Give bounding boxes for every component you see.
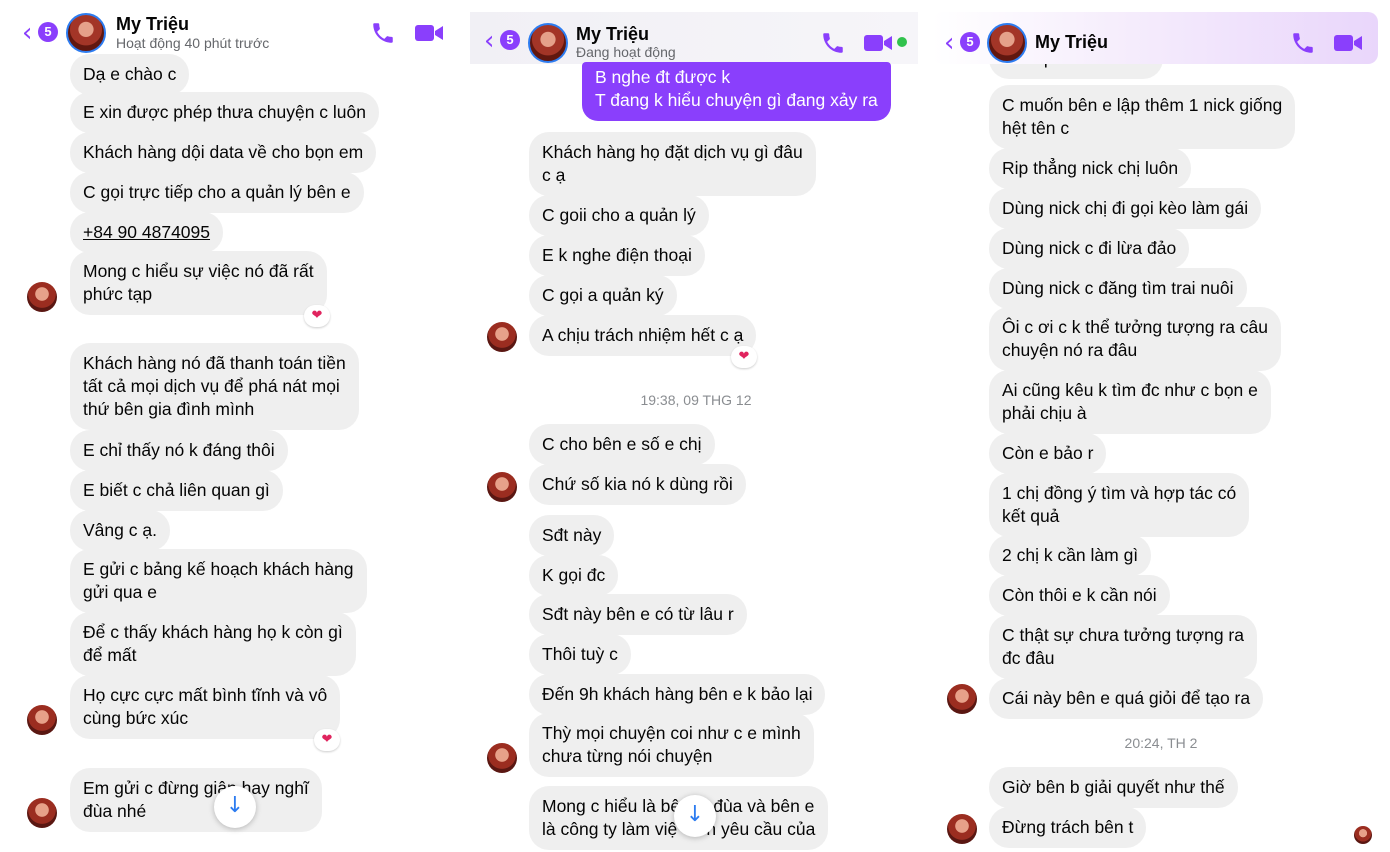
message-bubble[interactable]: A chịu trách nhiệm hết c ạ [529,315,757,356]
message-bubble[interactable]: Đừng trách bên t [989,807,1147,848]
sender-avatar[interactable] [947,814,977,844]
back-button[interactable]: ‹ 5 [22,20,62,46]
sent-message-bubble[interactable]: B nghe đt được k T đang k hiểu chuyện gì… [582,62,891,121]
sender-avatar[interactable] [487,322,517,352]
chevron-left-icon: ‹ [484,26,495,56]
chat-header: ‹ 5 My Triệu Hoạt động 40 phút trước [0,0,460,64]
message-bubble[interactable]: K gọi đc [529,555,619,596]
video-call-icon[interactable] [1333,32,1363,54]
sender-avatar[interactable] [487,743,517,773]
scroll-down-button[interactable]: ↓ [674,795,716,837]
message-bubble[interactable]: Sđt này [529,515,615,556]
message-bubble[interactable]: Dạ e chào c [70,54,190,95]
message-bubble[interactable]: Thỳ mọi chuyện coi như c e mình chưa từn… [529,713,814,777]
heart-reaction-icon[interactable]: ❤ [731,346,757,368]
message-bubble[interactable]: Chứ số kia nó k dùng rồi [529,464,746,505]
heart-reaction-icon[interactable]: ❤ [304,305,330,327]
sender-avatar[interactable] [487,472,517,502]
chevron-left-icon: ‹ [22,18,33,48]
online-indicator [897,37,907,47]
message-bubble[interactable]: Em gửi c đừng giận hay nghĩ đùa nhé [70,768,322,832]
message-bubble[interactable]: Còn e bảo r [989,433,1107,474]
phone-number-message[interactable]: +84 90 4874095 [70,212,224,253]
back-button[interactable]: ‹ 5 [944,30,984,56]
video-call-icon[interactable] [863,32,893,54]
contact-avatar[interactable] [528,23,568,63]
message-bubble[interactable]: E gửi c bảng kế hoạch khách hàng gửi qua… [70,549,367,613]
unread-badge: 5 [500,30,520,50]
phone-call-icon[interactable] [370,20,396,46]
contact-name[interactable]: My Triệu [116,14,189,35]
message-bubble[interactable]: E biết c chả liên quan gì [70,470,283,511]
message-bubble[interactable]: 1 chị đồng ý tìm và hợp tác có kết quả [989,473,1250,537]
message-bubble[interactable]: E chỉ thấy nó k đáng thôi [70,430,288,471]
arrow-down-icon: ↓ [225,793,245,818]
message-bubble[interactable]: Thôi tuỳ c [529,634,631,675]
scroll-down-button[interactable]: ↓ [214,786,256,828]
message-bubble[interactable]: 2 chị k cần làm gì [989,535,1152,576]
phone-number-link[interactable]: +84 90 4874095 [83,222,210,242]
sender-avatar[interactable] [27,705,57,735]
message-bubble[interactable]: C thật sự chưa tưởng tượng ra đc đâu [989,615,1257,679]
heart-reaction-icon[interactable]: ❤ [314,729,340,751]
message-bubble[interactable]: Sđt này bên e có từ lâu r [529,594,747,635]
message-bubble[interactable]: E k nghe điện thoại [529,235,705,276]
timestamp: 20:24, TH 2 [1124,735,1198,751]
arrow-down-icon: ↓ [685,802,705,827]
seen-receipt-avatar [1354,826,1372,844]
message-bubble[interactable]: Còn thôi e k cần nói [989,575,1170,616]
contact-status: Đang hoạt động [576,44,676,60]
chat-panel-3: Ôi c quá trẻ còn ào ‹ 5 My Triệu C muốn … [932,0,1390,852]
message-bubble[interactable]: Khách hàng họ đặt dịch vụ gì đâu c ạ [529,132,816,196]
message-bubble[interactable]: Giờ bên b giải quyết như thế [989,767,1238,808]
message-bubble[interactable]: C cho bên e số e chị [529,424,715,465]
back-button[interactable]: ‹ 5 [484,28,524,54]
message-bubble[interactable]: Để c thấy khách hàng họ k còn gì để mất [70,612,356,676]
phone-call-icon[interactable] [820,30,846,56]
sender-avatar[interactable] [27,798,57,828]
message-bubble[interactable]: Mong c hiểu sự việc nó đã rất phức tạp [70,251,327,315]
message-bubble[interactable]: Dùng nick chị đi gọi kèo làm gái [989,188,1262,229]
message-bubble[interactable]: Dùng nick c đăng tìm trai nuôi [989,268,1247,309]
message-bubble[interactable]: Cái này bên e quá giỏi để tạo ra [989,678,1264,719]
message-bubble[interactable]: Khách hàng dội data về cho bọn em [70,132,377,173]
message-bubble[interactable]: C gọi a quản ký [529,275,677,316]
message-bubble[interactable]: Khách hàng nó đã thanh toán tiền tất cả … [70,343,359,430]
message-bubble[interactable]: E xin được phép thưa chuyện c luôn [70,92,379,133]
chat-panel-1: ‹ 5 My Triệu Hoạt động 40 phút trước Dạ … [0,0,460,852]
unread-badge: 5 [38,22,58,42]
chevron-left-icon: ‹ [944,28,955,58]
contact-avatar[interactable] [66,13,106,53]
contact-status: Hoạt động 40 phút trước [116,35,270,51]
message-bubble[interactable]: Họ cực cực mất bình tĩnh và vô cùng bức … [70,675,341,739]
message-bubble[interactable]: C goii cho a quản lý [529,195,709,236]
message-bubble[interactable]: Dùng nick c đi lừa đảo [989,228,1190,269]
sender-avatar[interactable] [947,684,977,714]
message-bubble[interactable]: C muốn bên e lập thêm 1 nick giống hệt t… [989,85,1296,149]
message-bubble[interactable]: Vâng c ạ. [70,510,170,551]
video-call-icon[interactable] [414,22,444,44]
message-bubble[interactable]: Đến 9h khách hàng bên e k bảo lại [529,674,826,715]
contact-name[interactable]: My Triệu [1035,32,1108,53]
timestamp: 19:38, 09 THG 12 [640,392,752,408]
message-bubble[interactable]: C gọi trực tiếp cho a quản lý bên e [70,172,364,213]
message-bubble[interactable]: Ai cũng kêu k tìm đc như c bọn e phải ch… [989,370,1271,434]
unread-badge: 5 [960,32,980,52]
phone-call-icon[interactable] [1290,30,1316,56]
sender-avatar[interactable] [27,282,57,312]
message-bubble[interactable]: Ôi c ơi c k thể tưởng tượng ra câu chuyệ… [989,307,1282,371]
contact-avatar[interactable] [987,23,1027,63]
chat-panel-2: ‹ 5 My Triệu Đang hoạt động B nghe đt đư… [466,0,926,852]
contact-name[interactable]: My Triệu [576,24,649,45]
message-bubble[interactable]: Rip thẳng nick chị luôn [989,148,1192,189]
